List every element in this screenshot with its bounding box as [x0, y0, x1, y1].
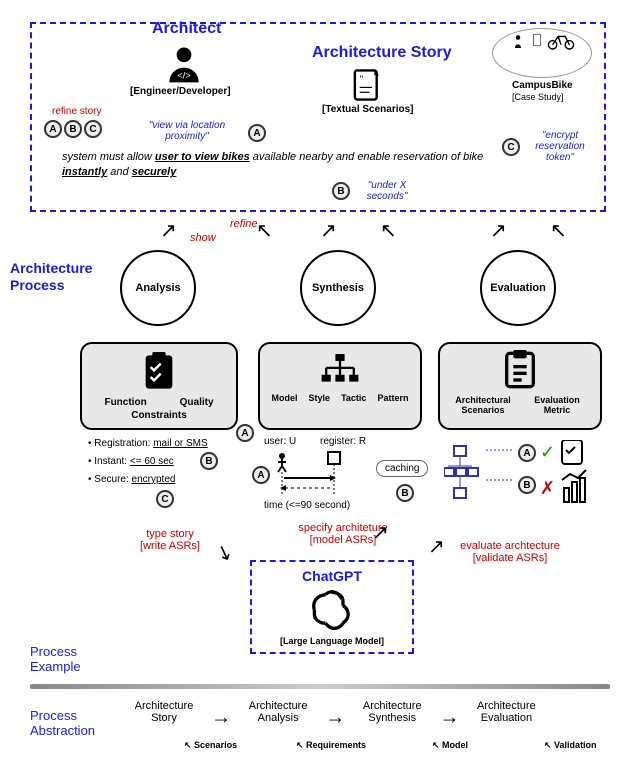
marker-a-1: A — [44, 120, 62, 138]
openai-logo-icon — [310, 588, 354, 632]
constraint-2: • Instant: <= 60 sec — [88, 456, 174, 467]
refine-story-label: refine story — [52, 106, 101, 117]
chatgpt-title: ChatGPT — [258, 568, 406, 584]
case-name: CampusBike — [512, 80, 573, 91]
arrow-icon: ↖ — [380, 218, 397, 243]
analysis-box: Function Quality Constraints — [80, 342, 238, 430]
arrow-icon: ↗ — [160, 218, 177, 243]
note-a: "view via location proximity" — [132, 120, 242, 142]
constraint-3: • Secure: encrypted — [88, 474, 175, 485]
model-label: Model — [272, 393, 298, 403]
function-label: Function — [104, 397, 146, 408]
evaluate-label: evaluate archtecture[validate ASRs] — [440, 540, 580, 564]
note-c: "encrypt reservation token" — [520, 130, 600, 163]
arrow-icon: ↗ — [320, 218, 337, 243]
case-study-bubble — [492, 28, 592, 78]
requirement-text: system must allow user to view bikes ava… — [62, 150, 492, 181]
svg-text:</>: </> — [177, 71, 190, 81]
textual-scenarios-label: [Textual Scenarios] — [322, 104, 414, 115]
eval-metric-label: Evaluation Metric — [527, 395, 587, 415]
abs-story: Architecture Story — [126, 700, 202, 724]
tactic-label: Tactic — [341, 393, 366, 403]
abstraction-flow: Architecture Story → Architecture Analys… — [120, 700, 630, 730]
chatgpt-box: ChatGPT [Large Language Model] — [250, 560, 414, 654]
architect-title: Architect — [152, 20, 221, 38]
arrow-icon: ↖ — [550, 218, 567, 243]
quality-label: Quality — [180, 397, 214, 408]
process-example-label: Process Example — [30, 644, 110, 674]
evaluation-circle: Evaluation — [480, 250, 556, 326]
architect-subtitle: [Engineer/Developer] — [130, 86, 231, 97]
abs-sub-scenarios: ↖ Scenarios — [184, 740, 237, 751]
constraints-label: Constraints — [88, 410, 230, 421]
marker-b-2: B — [332, 182, 350, 200]
marker-b-5: B — [518, 476, 536, 494]
marker-a-4: A — [252, 466, 270, 484]
arrow-icon: ↗ — [372, 520, 389, 545]
marker-a-3: A — [236, 424, 254, 442]
arrow-icon: ↗ — [428, 534, 445, 559]
story-title: Architecture Story — [312, 44, 452, 62]
abs-analysis: Architecture Analysis — [240, 700, 316, 724]
abs-sub-requirements: ↖ Requirements — [296, 740, 366, 751]
marker-c-2: C — [502, 138, 520, 156]
arch-scenarios-label: Architectural Scenarios — [453, 395, 513, 415]
marker-b-3: B — [200, 452, 218, 470]
synthesis-circle: Synthesis — [300, 250, 376, 326]
chatgpt-sub: [Large Language Model] — [258, 636, 406, 646]
abs-evaluation: Architecture Evaluation — [468, 700, 544, 724]
show-label: show — [190, 232, 216, 244]
abs-synthesis: Architecture Synthesis — [354, 700, 430, 724]
architecture-story-panel: Architect </> [Engineer/Developer] Archi… — [30, 22, 606, 212]
evaluation-box: Architectural Scenarios Evaluation Metri… — [438, 342, 602, 430]
constraint-1: • Registration: mail or SMS — [88, 438, 208, 449]
synthesis-box: Model Style Tactic Pattern — [258, 342, 422, 430]
note-b: "under X seconds" — [352, 180, 422, 202]
marker-c-1: C — [84, 120, 102, 138]
sequence-diagram-icon — [272, 450, 362, 499]
seq-time: time (<=90 second) — [264, 500, 350, 511]
marker-a-2: A — [248, 124, 266, 142]
marker-b-4: B — [396, 484, 414, 502]
arrow-icon: ↗ — [490, 218, 507, 243]
arch-process-label: Architecture Process — [10, 260, 110, 294]
svg-text:": " — [360, 75, 364, 86]
abs-sub-model: ↖ Model — [432, 740, 468, 751]
case-sub: [Case Study] — [512, 92, 564, 102]
seq-user: user: U — [264, 436, 296, 447]
style-label: Style — [309, 393, 331, 403]
marker-b-1: B — [64, 120, 82, 138]
document-icon: " — [352, 68, 382, 105]
type-story-label: type story[write ASRs] — [120, 528, 220, 552]
marker-a-5: A — [518, 444, 536, 462]
process-abstraction-label: Process Abstraction — [30, 708, 120, 738]
abs-sub-validation: ↖ Validation — [544, 740, 597, 751]
arrow-icon: ↖ — [256, 218, 273, 243]
refine-label: refine — [230, 218, 258, 230]
marker-c-3: C — [156, 490, 174, 508]
svg-text:✓: ✓ — [540, 442, 555, 462]
divider-bar — [30, 684, 610, 689]
pattern-label: Pattern — [377, 393, 408, 403]
caching-bubble: caching — [376, 460, 428, 477]
seq-register: register: R — [320, 436, 366, 447]
analysis-circle: Analysis — [120, 250, 196, 326]
svg-text:✗: ✗ — [540, 478, 555, 498]
person-icon: </> — [162, 42, 206, 89]
